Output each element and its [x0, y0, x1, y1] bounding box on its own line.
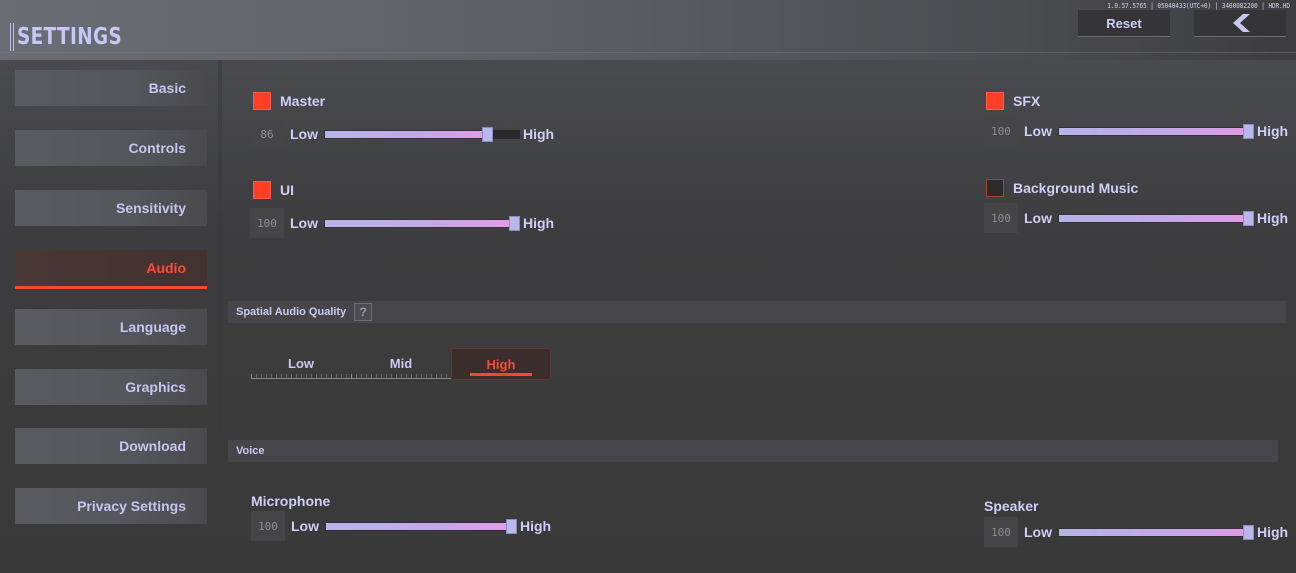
sfx-slider[interactable] [1058, 123, 1254, 139]
ui-slider[interactable] [324, 215, 520, 231]
slider-thumb[interactable] [509, 215, 520, 231]
slider-fill [1058, 527, 1248, 537]
high-label: High [1257, 210, 1289, 226]
speaker-slider[interactable] [1058, 524, 1254, 540]
sidebar-item-audio[interactable]: Audio [15, 250, 207, 289]
background-music-label: Background Music [1013, 180, 1139, 196]
sidebar-item-graphics[interactable]: Graphics [15, 369, 207, 405]
version-info: 1.0.57.5765 | 05040433(UTC+0) | 34000822… [1107, 2, 1290, 10]
sidebar-item-language[interactable]: Language [15, 309, 207, 345]
microphone-volume-control: Microphone 100 Low High [251, 492, 551, 541]
high-label: High [520, 518, 552, 534]
speaker-value: 100 [984, 517, 1018, 547]
page-title: SETTINGS [10, 22, 148, 52]
ui-label: UI [280, 182, 294, 198]
sfx-volume-control: SFX 100 Low High [984, 91, 1289, 146]
selected-underline [470, 373, 532, 376]
sidebar-divider [218, 60, 222, 573]
slider-fill [1058, 213, 1248, 223]
spatial-audio-quality-selector: Low Mid High [251, 348, 553, 380]
spatial-option-mid[interactable]: Mid [351, 348, 452, 380]
ui-checkbox[interactable] [253, 181, 271, 199]
slider-fill [324, 129, 488, 139]
spatial-audio-title: Spatial Audio Quality [236, 306, 347, 318]
chevron-left-icon [1233, 14, 1250, 32]
slider-fill [1058, 126, 1248, 136]
low-label: Low [290, 126, 318, 142]
low-label: Low [1024, 123, 1052, 139]
ruler-ticks [351, 374, 452, 379]
low-label: Low [290, 215, 318, 231]
master-slider[interactable] [324, 126, 520, 142]
background-music-control: Background Music 100 Low High [984, 178, 1289, 233]
microphone-label: Microphone [251, 493, 331, 509]
option-label: High [486, 357, 516, 372]
sidebar-item-download[interactable]: Download [15, 428, 207, 464]
background-music-checkbox[interactable] [986, 179, 1004, 197]
microphone-value: 100 [251, 511, 285, 541]
page-title-text: SETTINGS [17, 24, 123, 50]
master-label: Master [280, 93, 326, 109]
background-music-slider[interactable] [1058, 210, 1254, 226]
high-label: High [523, 126, 555, 142]
spatial-option-high[interactable]: High [451, 348, 551, 380]
spatial-audio-section-header: Spatial Audio Quality ? [228, 301, 1286, 323]
ui-volume-control: UI 100 Low High [250, 180, 555, 238]
sidebar-item-privacy-settings[interactable]: Privacy Settings [15, 488, 207, 524]
sidebar-item-sensitivity[interactable]: Sensitivity [15, 190, 207, 226]
slider-fill [324, 218, 514, 228]
voice-section-header: Voice [228, 440, 1278, 462]
sfx-value: 100 [984, 116, 1018, 146]
background-music-value: 100 [984, 203, 1018, 233]
high-label: High [1257, 524, 1289, 540]
low-label: Low [1024, 524, 1052, 540]
slider-thumb[interactable] [1243, 123, 1254, 139]
ruler-ticks [251, 374, 352, 379]
master-value: 86 [250, 119, 284, 149]
master-checkbox[interactable] [253, 92, 271, 110]
option-label: Low [288, 356, 314, 371]
microphone-slider[interactable] [325, 518, 517, 534]
help-icon[interactable]: ? [354, 303, 373, 321]
sidebar-item-label: Language [119, 319, 186, 335]
slider-thumb[interactable] [506, 518, 517, 534]
slider-thumb[interactable] [1243, 210, 1254, 226]
ui-value: 100 [250, 208, 284, 238]
sidebar-item-controls[interactable]: Controls [15, 130, 207, 166]
slider-fill [325, 521, 511, 531]
speaker-label: Speaker [984, 498, 1039, 514]
sidebar-item-label: Controls [128, 140, 186, 156]
sidebar-item-label: Privacy Settings [77, 498, 186, 514]
slider-thumb[interactable] [1243, 524, 1254, 540]
sidebar-item-label: Graphics [125, 379, 186, 395]
low-label: Low [1024, 210, 1052, 226]
sfx-checkbox[interactable] [986, 92, 1004, 110]
header-divider [0, 52, 1296, 53]
spatial-option-low[interactable]: Low [251, 348, 352, 380]
sidebar-item-label: Basic [148, 80, 186, 96]
back-button[interactable] [1194, 10, 1286, 37]
sfx-label: SFX [1013, 93, 1041, 109]
reset-button[interactable]: Reset [1078, 10, 1170, 37]
sidebar-item-label: Sensitivity [115, 200, 186, 216]
voice-title: Voice [236, 445, 265, 457]
option-label: Mid [389, 356, 413, 371]
high-label: High [1257, 123, 1289, 139]
title-bar-icon [10, 23, 14, 51]
master-volume-control: Master 86 Low High [250, 91, 555, 149]
slider-thumb[interactable] [482, 126, 494, 142]
high-label: High [523, 215, 555, 231]
sidebar-item-label: Download [119, 438, 186, 454]
low-label: Low [291, 518, 319, 534]
sidebar-item-basic[interactable]: Basic [15, 70, 207, 106]
speaker-volume-control: Speaker 100 Low High [984, 497, 1288, 547]
sidebar-item-label: Audio [146, 260, 186, 276]
